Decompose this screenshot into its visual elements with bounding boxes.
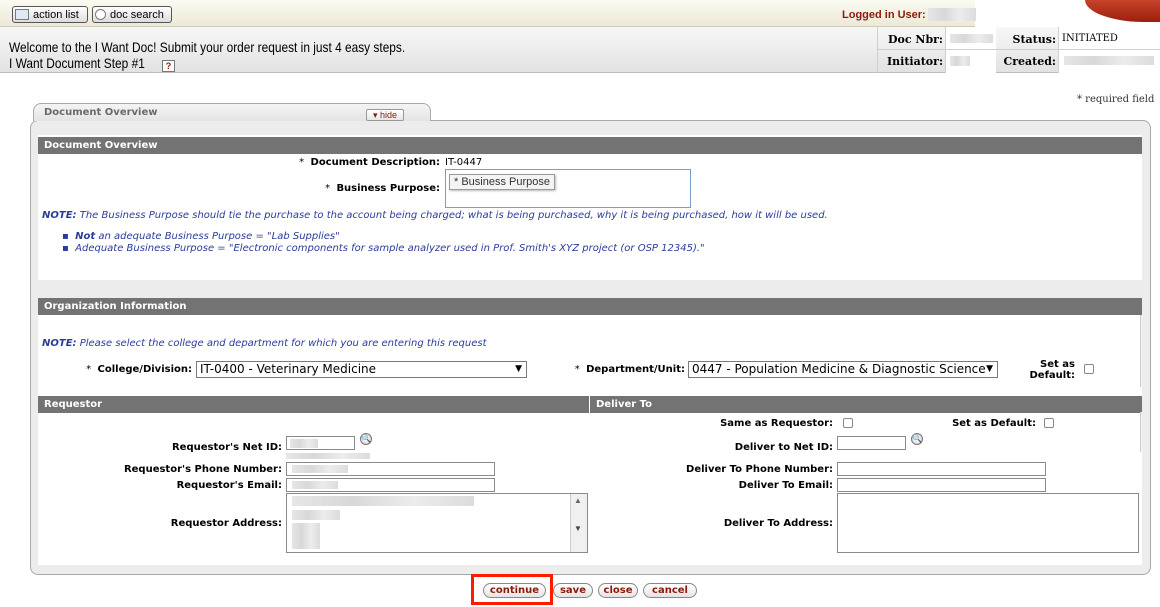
business-purpose-tooltip: * Business Purpose bbox=[449, 174, 555, 190]
requestor-net-id-label: Requestor's Net ID: bbox=[171, 442, 282, 453]
logged-in-user-redacted bbox=[928, 8, 976, 21]
same-as-requestor-checkbox[interactable] bbox=[843, 418, 853, 428]
action-list-label: action list bbox=[33, 8, 79, 21]
step-title: I Want Document Step #1 bbox=[9, 55, 145, 71]
initiator-redacted bbox=[950, 56, 970, 66]
college-division-value: IT-0400 - Veterinary Medicine bbox=[200, 362, 377, 376]
deliver-net-id-input[interactable] bbox=[837, 436, 906, 450]
cancel-button[interactable]: cancel bbox=[643, 583, 697, 598]
same-as-requestor-label: Same as Requestor: bbox=[720, 418, 833, 429]
document-overview-header: Document Overview bbox=[38, 137, 1142, 154]
deliver-set-default-checkbox[interactable] bbox=[1044, 418, 1054, 428]
tab-title: Document Overview bbox=[44, 107, 158, 118]
college-division-label: * College/Division: bbox=[86, 364, 192, 375]
chevron-down-icon: ▼ bbox=[986, 364, 993, 374]
requestor-address-redacted-2 bbox=[292, 510, 340, 520]
set-as-default-label-2: Default: bbox=[1029, 370, 1075, 381]
deliver-phone-input[interactable] bbox=[837, 462, 1046, 476]
deliver-net-id-label: Deliver to Net ID: bbox=[734, 442, 833, 453]
requestor-phone-label: Requestor's Phone Number: bbox=[123, 464, 282, 475]
doc-nbr-redacted bbox=[950, 34, 993, 43]
document-description-value: IT-0447 bbox=[445, 157, 483, 168]
document-description-label: * Document Description: bbox=[299, 157, 440, 168]
deliver-address-input[interactable] bbox=[837, 493, 1139, 553]
save-button[interactable]: save bbox=[553, 583, 593, 598]
deliver-email-input[interactable] bbox=[837, 478, 1046, 492]
bullet-adequate: ▪ Adequate Business Purpose = "Electroni… bbox=[62, 243, 705, 254]
requestor-phone-redacted bbox=[292, 465, 348, 473]
scroll-up-icon[interactable]: ▲ bbox=[574, 496, 582, 505]
business-purpose-note: NOTE: The Business Purpose should tie th… bbox=[42, 210, 828, 221]
deliver-address-label: Deliver To Address: bbox=[723, 518, 833, 529]
search-icon[interactable]: 🔍 bbox=[911, 433, 923, 445]
list-icon bbox=[15, 9, 29, 20]
search-icon bbox=[95, 9, 106, 20]
search-icon[interactable]: 🔍 bbox=[360, 433, 372, 445]
department-unit-label: * Department/Unit: bbox=[574, 364, 685, 375]
requestor-header: Requestor bbox=[38, 396, 589, 413]
deliver-email-label: Deliver To Email: bbox=[738, 480, 833, 491]
status-value: INITIATED bbox=[1062, 33, 1118, 44]
organization-information-header: Organization Information bbox=[38, 298, 1142, 315]
section-separator bbox=[38, 280, 1142, 298]
hide-button[interactable]: ▾ hide bbox=[366, 109, 404, 121]
section-scrollbar[interactable] bbox=[1140, 315, 1143, 387]
doc-search-label: doc search bbox=[110, 8, 164, 21]
bullet-inadequate: ▪ Not an adequate Business Purpose = "La… bbox=[62, 231, 340, 242]
action-list-button[interactable]: action list bbox=[12, 6, 88, 23]
requestor-address-label: Requestor Address: bbox=[170, 518, 282, 529]
status-label: Status: bbox=[1012, 33, 1056, 46]
required-field-note: * required field bbox=[1077, 94, 1155, 105]
requestor-net-id-redacted bbox=[290, 439, 318, 448]
help-icon[interactable]: ? bbox=[162, 60, 175, 72]
chevron-down-icon: ▼ bbox=[515, 364, 522, 374]
requestor-address-redacted-3 bbox=[292, 523, 320, 549]
scroll-down-icon[interactable]: ▼ bbox=[574, 524, 582, 533]
logged-in-label: Logged in User: bbox=[842, 9, 926, 21]
doc-search-button[interactable]: doc search bbox=[92, 6, 172, 23]
created-label: Created: bbox=[1003, 55, 1056, 68]
continue-button[interactable]: continue bbox=[483, 583, 546, 598]
organization-note: NOTE: Please select the college and depa… bbox=[42, 338, 487, 349]
deliver-to-header: Deliver To bbox=[590, 396, 1142, 413]
initiator-label: Initiator: bbox=[887, 55, 943, 68]
org-set-default-checkbox[interactable] bbox=[1084, 364, 1094, 374]
requestor-address-redacted-1 bbox=[292, 496, 474, 506]
section-scrollbar-2[interactable] bbox=[1140, 412, 1143, 452]
welcome-message: Welcome to the I Want Doc! Submit your o… bbox=[9, 39, 406, 55]
requestor-email-label: Requestor's Email: bbox=[176, 480, 282, 491]
requestor-email-redacted bbox=[292, 481, 338, 489]
department-unit-select[interactable]: 0447 - Population Medicine & Diagnostic … bbox=[688, 361, 998, 378]
set-as-default-label-1: Set as bbox=[1040, 359, 1075, 370]
department-unit-value: 0447 - Population Medicine & Diagnostic … bbox=[692, 362, 986, 376]
business-purpose-label: * Business Purpose: bbox=[325, 183, 440, 194]
doc-nbr-label: Doc Nbr: bbox=[887, 33, 943, 46]
deliver-phone-label: Deliver To Phone Number: bbox=[686, 464, 833, 475]
created-redacted bbox=[1064, 56, 1154, 65]
close-button[interactable]: close bbox=[598, 583, 638, 598]
requestor-name-redacted bbox=[286, 453, 370, 459]
college-division-select[interactable]: IT-0400 - Veterinary Medicine ▼ bbox=[196, 361, 527, 378]
deliver-set-default-label: Set as Default: bbox=[952, 418, 1036, 429]
